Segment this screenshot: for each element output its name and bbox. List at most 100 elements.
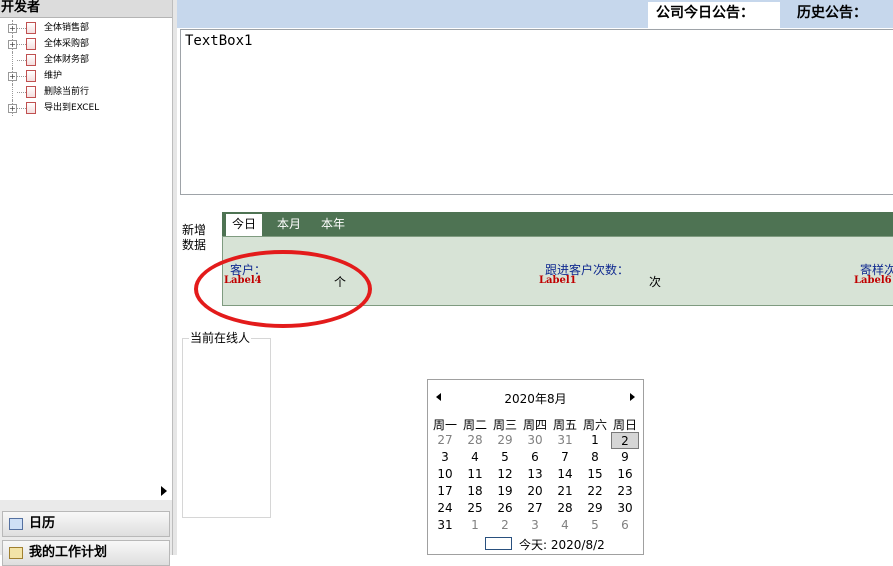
calendar-day[interactable]: 13 [520,466,550,483]
calendar-day[interactable]: 29 [490,432,520,449]
weekday-header: 周四 [522,418,547,432]
calendar-day[interactable]: 12 [490,466,520,483]
calendar-day[interactable]: 2 [611,432,639,449]
tab-this-year[interactable]: 本年 [315,214,351,236]
calendar-day[interactable]: 1 [580,432,610,449]
document-icon [26,70,36,82]
followups-value: Label1 [539,275,577,286]
nav-button-label: 日历 [29,516,56,531]
calendar-day[interactable]: 30 [520,432,550,449]
calendar-day[interactable]: 31 [430,517,460,534]
calendar-day[interactable]: 28 [460,432,490,449]
nav-button-calendar[interactable]: 日历 [2,511,170,537]
calendar-day[interactable]: 14 [550,466,580,483]
tree-connector [17,44,26,45]
calendar-day[interactable]: 27 [430,432,460,449]
tree-item[interactable]: + 全体销售部 [0,20,172,36]
tree-connector [17,76,26,77]
tree-connector [17,28,26,29]
calendar-day[interactable]: 17 [430,483,460,500]
calendar-day[interactable]: 4 [550,517,580,534]
weekday-header: 周三 [492,418,517,432]
calendar-day[interactable]: 26 [490,500,520,517]
panel-splitter[interactable] [172,0,177,555]
calendar-day[interactable]: 27 [520,500,550,517]
calendar-day[interactable]: 16 [610,466,640,483]
today-marker-icon [485,537,512,550]
nav-button-work-plan[interactable]: 我的工作计划 [2,540,170,566]
tree-item[interactable]: 全体财务部 [0,52,172,68]
weekday-header: 周五 [552,418,577,432]
tree-connector [17,108,26,109]
document-icon [26,54,36,66]
calendar-day[interactable]: 19 [490,483,520,500]
document-icon [26,102,36,114]
scroll-right-arrow-icon[interactable] [161,486,167,496]
month-calendar[interactable]: 2020年8月 周一 周二 周三 周四 周五 周六 周日 27 28 29 30 31 1 2 3 4 5 6 7 8… [427,379,644,555]
calendar-day[interactable]: 30 [610,500,640,517]
calendar-day[interactable]: 31 [550,432,580,449]
weekday-header: 周一 [432,418,457,432]
calendar-day[interactable]: 21 [550,483,580,500]
expand-icon[interactable]: + [8,104,17,113]
calendar-day[interactable]: 8 [580,449,610,466]
calendar-day[interactable]: 28 [550,500,580,517]
followups-unit: 次 [649,275,662,289]
period-tab-strip: 今日 本月 本年 [222,212,893,236]
plan-icon [9,547,23,559]
online-users-group [182,338,271,518]
calendar-day[interactable]: 9 [610,449,640,466]
calendar-day[interactable]: 7 [550,449,580,466]
tree-item-label: 全体财务部 [44,55,90,65]
nav-button-label: 我的工作计划 [29,545,108,560]
tree-connector [12,52,13,68]
calendar-day[interactable]: 5 [580,517,610,534]
document-icon [26,22,36,34]
tree-item[interactable]: + 全体采购部 [0,36,172,52]
calendar-day[interactable]: 4 [460,449,490,466]
tab-history-announcement[interactable]: 历史公告： [797,2,867,24]
calendar-day[interactable]: 20 [520,483,550,500]
nav-bar: 日历 我的工作计划 [0,500,172,566]
document-icon [26,86,36,98]
calendar-day[interactable]: 6 [520,449,550,466]
tab-this-month[interactable]: 本月 [271,214,307,236]
announcement-textbox[interactable]: TextBox1 [180,29,893,195]
weekday-header: 周日 [612,418,637,432]
next-month-arrow-icon[interactable] [630,393,635,401]
tree-connector [17,60,26,61]
tree-connector [12,84,13,100]
calendar-day[interactable]: 6 [610,517,640,534]
calendar-day[interactable]: 23 [610,483,640,500]
announcement-header [177,0,893,28]
red-annotation-ellipse [194,250,372,328]
calendar-day[interactable]: 15 [580,466,610,483]
calendar-day[interactable]: 3 [430,449,460,466]
tree-item[interactable]: + 导出到EXCEL [0,100,172,116]
calendar-day[interactable]: 22 [580,483,610,500]
calendar-today-link[interactable]: 今天: 2020/8/2 [519,536,605,553]
calendar-day[interactable]: 1 [460,517,490,534]
calendar-day[interactable]: 18 [460,483,490,500]
calendar-day[interactable]: 29 [580,500,610,517]
expand-icon[interactable]: + [8,72,17,81]
expand-icon[interactable]: + [8,24,17,33]
calendar-month-title[interactable]: 2020年8月 [428,390,643,407]
document-icon [26,38,36,50]
calendar-day[interactable]: 2 [490,517,520,534]
calendar-day[interactable]: 24 [430,500,460,517]
calendar-day[interactable]: 25 [460,500,490,517]
tab-today-announcement[interactable]: 公司今日公告： [648,2,780,28]
tab-today[interactable]: 今日 [226,214,263,236]
calendar-day[interactable]: 11 [460,466,490,483]
tree-item-label: 全体销售部 [44,23,90,33]
samples-value: Label6 [854,275,892,286]
calendar-day[interactable]: 3 [520,517,550,534]
calendar-day[interactable]: 10 [430,466,460,483]
tree-view: + 全体销售部 + 全体采购部全体财务部 + 维护删除当前行 + 导出到EXCEL [0,20,172,116]
expand-icon[interactable]: + [8,40,17,49]
tree-item[interactable]: + 维护 [0,68,172,84]
tree-item[interactable]: 删除当前行 [0,84,172,100]
calendar-day[interactable]: 5 [490,449,520,466]
tree-item-label: 删除当前行 [44,87,90,97]
